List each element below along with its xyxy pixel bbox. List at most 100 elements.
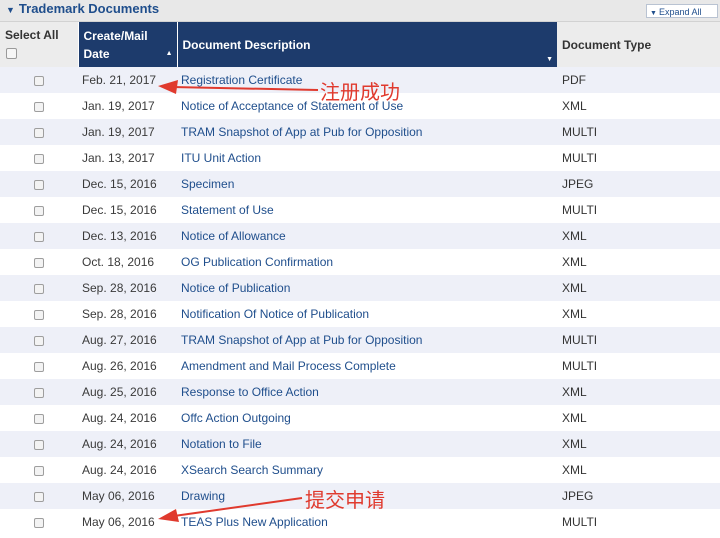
row-date: Jan. 19, 2017 <box>78 119 177 145</box>
row-document-type: XML <box>557 93 720 119</box>
select-all-header: Select All <box>0 22 78 67</box>
row-checkbox[interactable] <box>34 465 44 476</box>
row-date: Aug. 26, 2016 <box>78 353 177 379</box>
document-link[interactable]: TEAS Plus New Application <box>181 515 328 529</box>
trademark-documents-toggle[interactable]: ▼ Trademark Documents <box>6 1 159 16</box>
table-row: Oct. 18, 2016 OG Publication Confirmation… <box>0 249 720 275</box>
section-header-bar: ▼ Trademark Documents ▼ Expand All <box>0 0 720 22</box>
table-row: Sep. 28, 2016 Notice of Publication XML <box>0 275 720 301</box>
row-date: Aug. 24, 2016 <box>78 431 177 457</box>
row-checkbox[interactable] <box>34 413 44 424</box>
row-checkbox[interactable] <box>34 309 44 320</box>
row-checkbox[interactable] <box>34 75 44 86</box>
row-checkbox[interactable] <box>34 283 44 294</box>
document-link[interactable]: Statement of Use <box>181 203 274 217</box>
select-all-checkbox[interactable] <box>6 48 17 59</box>
row-date: Aug. 27, 2016 <box>78 327 177 353</box>
table-row: Jan. 19, 2017 TRAM Snapshot of App at Pub… <box>0 119 720 145</box>
row-description-cell: Notification Of Notice of Publication <box>177 301 557 327</box>
row-document-type: MULTI <box>557 197 720 223</box>
row-select-cell <box>0 301 78 327</box>
table-row: Aug. 24, 2016 Notation to File XML <box>0 431 720 457</box>
row-select-cell <box>0 119 78 145</box>
row-checkbox[interactable] <box>34 439 44 450</box>
row-date: Aug. 24, 2016 <box>78 457 177 483</box>
row-select-cell <box>0 483 78 509</box>
row-document-type: XML <box>557 275 720 301</box>
document-link[interactable]: TRAM Snapshot of App at Pub for Oppositi… <box>181 333 422 347</box>
row-date: Jan. 19, 2017 <box>78 93 177 119</box>
row-checkbox[interactable] <box>34 231 44 242</box>
type-header-label: Document Type <box>562 37 652 52</box>
row-description-cell: Notice of Publication <box>177 275 557 301</box>
row-date: Dec. 15, 2016 <box>78 197 177 223</box>
expand-all-button[interactable]: ▼ Expand All <box>646 4 718 18</box>
sort-ascending-icon: ▲ <box>165 50 173 57</box>
document-link[interactable]: Response to Office Action <box>181 385 319 399</box>
table-row: Dec. 15, 2016 Statement of Use MULTI <box>0 197 720 223</box>
row-description-cell: XSearch Search Summary <box>177 457 557 483</box>
row-select-cell <box>0 145 78 171</box>
row-document-type: XML <box>557 457 720 483</box>
row-date: Dec. 13, 2016 <box>78 223 177 249</box>
row-document-type: XML <box>557 249 720 275</box>
document-link[interactable]: TRAM Snapshot of App at Pub for Oppositi… <box>181 125 422 139</box>
row-checkbox[interactable] <box>34 387 44 398</box>
row-description-cell: Notation to File <box>177 431 557 457</box>
row-description-cell: TRAM Snapshot of App at Pub for Oppositi… <box>177 327 557 353</box>
document-link[interactable]: Amendment and Mail Process Complete <box>181 359 396 373</box>
document-link[interactable]: Registration Certificate <box>181 73 302 87</box>
document-link[interactable]: XSearch Search Summary <box>181 463 323 477</box>
collapse-triangle-icon: ▼ <box>6 5 15 15</box>
row-checkbox[interactable] <box>34 179 44 190</box>
row-checkbox[interactable] <box>34 491 44 502</box>
table-header-row: Select All Create/Mail Date ▲ Document D… <box>0 22 720 67</box>
row-document-type: XML <box>557 405 720 431</box>
row-checkbox[interactable] <box>34 101 44 112</box>
row-document-type: XML <box>557 379 720 405</box>
row-date: Oct. 18, 2016 <box>78 249 177 275</box>
row-select-cell <box>0 405 78 431</box>
document-link[interactable]: Notation to File <box>181 437 262 451</box>
row-date: Sep. 28, 2016 <box>78 301 177 327</box>
row-description-cell: Response to Office Action <box>177 379 557 405</box>
document-link[interactable]: Offc Action Outgoing <box>181 411 291 425</box>
row-description-cell: Statement of Use <box>177 197 557 223</box>
type-column-header[interactable]: Document Type <box>557 22 720 67</box>
document-link[interactable]: Notification Of Notice of Publication <box>181 307 369 321</box>
document-link[interactable]: Drawing <box>181 489 225 503</box>
row-description-cell: Specimen <box>177 171 557 197</box>
row-select-cell <box>0 223 78 249</box>
row-select-cell <box>0 197 78 223</box>
row-checkbox[interactable] <box>34 335 44 346</box>
row-select-cell <box>0 431 78 457</box>
row-select-cell <box>0 249 78 275</box>
row-document-type: PDF <box>557 67 720 93</box>
row-date: Dec. 15, 2016 <box>78 171 177 197</box>
document-link[interactable]: Notice of Allowance <box>181 229 286 243</box>
document-link[interactable]: Notice of Publication <box>181 281 290 295</box>
row-description-cell: Notice of Allowance <box>177 223 557 249</box>
row-document-type: JPEG <box>557 171 720 197</box>
document-link[interactable]: ITU Unit Action <box>181 151 261 165</box>
document-link[interactable]: OG Publication Confirmation <box>181 255 333 269</box>
row-document-type: MULTI <box>557 509 720 535</box>
row-checkbox[interactable] <box>34 205 44 216</box>
row-checkbox[interactable] <box>34 257 44 268</box>
date-header-line1: Create/Mail <box>83 29 148 43</box>
row-description-cell: Amendment and Mail Process Complete <box>177 353 557 379</box>
row-document-type: XML <box>557 431 720 457</box>
description-header-label: Document Description <box>182 37 311 52</box>
row-checkbox[interactable] <box>34 127 44 138</box>
annotation-registered: 注册成功 <box>320 80 400 104</box>
row-description-cell: ITU Unit Action <box>177 145 557 171</box>
row-checkbox[interactable] <box>34 361 44 372</box>
document-link[interactable]: Specimen <box>181 177 234 191</box>
row-checkbox[interactable] <box>34 517 44 528</box>
row-date: May 06, 2016 <box>78 509 177 535</box>
row-checkbox[interactable] <box>34 153 44 164</box>
description-column-header[interactable]: Document Description ▼ <box>176 22 557 67</box>
date-column-header[interactable]: Create/Mail Date ▲ <box>77 22 177 67</box>
row-document-type: XML <box>557 223 720 249</box>
table-row: Aug. 24, 2016 XSearch Search Summary XML <box>0 457 720 483</box>
